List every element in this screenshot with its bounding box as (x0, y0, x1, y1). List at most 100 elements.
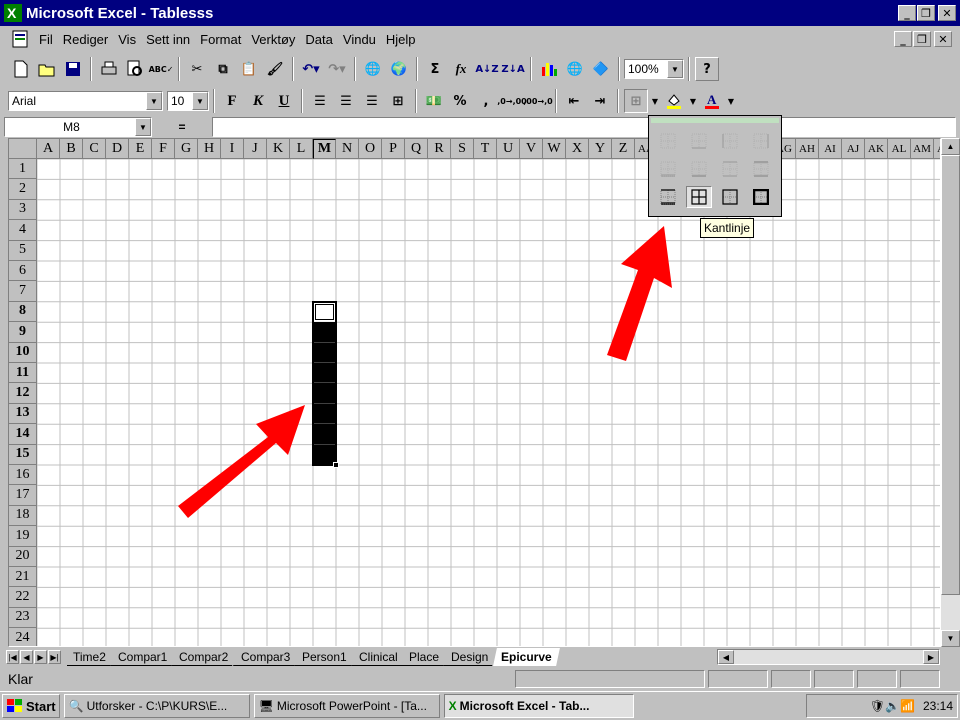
italic-button[interactable]: K (246, 89, 270, 113)
row-header-22[interactable]: 22 (9, 587, 37, 608)
palette-titlebar[interactable] (651, 118, 779, 123)
row-header-16[interactable]: 16 (9, 465, 37, 486)
column-header-s[interactable]: S (451, 139, 474, 159)
borders-button[interactable]: ⊞ (624, 89, 648, 113)
first-sheet-icon[interactable]: |◀ (6, 650, 19, 664)
scroll-right-icon[interactable]: ▶ (923, 650, 939, 664)
borders-dropdown-icon[interactable]: ▼ (650, 89, 660, 113)
row-header-23[interactable]: 23 (9, 607, 37, 629)
column-header-c[interactable]: C (83, 139, 106, 159)
row-header-1[interactable]: 1 (9, 159, 37, 180)
column-header-r[interactable]: R (428, 139, 451, 159)
column-header-a[interactable]: A (37, 139, 60, 159)
selection-outline[interactable] (312, 300, 337, 466)
align-right-icon[interactable]: ☰ (360, 89, 384, 113)
fill-color-dropdown-icon[interactable]: ▼ (688, 89, 698, 113)
row-header-21[interactable]: 21 (9, 567, 37, 588)
menu-data[interactable]: Data (300, 32, 337, 47)
save-icon[interactable] (61, 57, 85, 81)
top-thick-bottom-border-icon[interactable] (748, 158, 774, 180)
doc-minimize-button[interactable]: _ (894, 31, 912, 47)
column-header-h[interactable]: H (198, 139, 221, 159)
drawing-icon[interactable]: 🔷 (589, 57, 613, 81)
row-header-19[interactable]: 19 (9, 526, 37, 547)
column-header-l[interactable]: L (290, 139, 313, 159)
menu-edit[interactable]: Rediger (58, 32, 114, 47)
paste-icon[interactable]: 📋 (237, 57, 261, 81)
column-header-am[interactable]: AM (911, 139, 934, 159)
column-header-d[interactable]: D (106, 139, 129, 159)
menu-view[interactable]: Vis (113, 32, 141, 47)
active-cell[interactable] (315, 303, 334, 321)
menu-insert[interactable]: Sett inn (141, 32, 195, 47)
spelling-icon[interactable]: ABC✓ (149, 57, 174, 81)
row-header-12[interactable]: 12 (9, 383, 37, 404)
thick-bottom-border-icon[interactable] (686, 158, 712, 180)
column-header-g[interactable]: G (175, 139, 198, 159)
font-size-select[interactable]: 10 ▼ (167, 91, 209, 111)
function-icon[interactable]: fx (449, 57, 473, 81)
row-header-17[interactable]: 17 (9, 485, 37, 506)
doc-restore-button[interactable]: ❐ (913, 31, 931, 47)
row-header-9[interactable]: 9 (9, 322, 37, 343)
font-color-icon[interactable]: A (700, 89, 724, 113)
row-header-2[interactable]: 2 (9, 179, 37, 200)
thick-box-border-icon[interactable] (748, 186, 774, 208)
column-header-b[interactable]: B (60, 139, 83, 159)
top-double-bottom-border-icon[interactable] (655, 186, 681, 208)
comma-button[interactable]: , (474, 89, 498, 113)
underline-button[interactable]: U (272, 89, 296, 113)
column-header-q[interactable]: Q (405, 139, 428, 159)
horizontal-scrollbar[interactable]: ◀ ▶ (717, 649, 940, 665)
column-header-k[interactable]: K (267, 139, 290, 159)
task-explorer[interactable]: 🔍 Utforsker - C:\P\KURS\E... (63, 694, 250, 718)
column-header-t[interactable]: T (474, 139, 497, 159)
bottom-border-icon[interactable] (686, 130, 712, 152)
zoom-select[interactable]: 100% ▼ (624, 59, 684, 79)
redo-icon[interactable]: ↷▾ (325, 57, 349, 81)
doc-close-button[interactable]: ✕ (934, 31, 952, 47)
column-header-p[interactable]: P (382, 139, 405, 159)
web-toolbar-icon[interactable]: 🌍 (387, 57, 411, 81)
column-header-ah[interactable]: AH (796, 139, 819, 159)
column-header-x[interactable]: X (566, 139, 589, 159)
task-excel[interactable]: X Microsoft Excel - Tab... (443, 694, 634, 718)
hyperlink-icon[interactable]: 🌐 (361, 57, 385, 81)
align-center-icon[interactable]: ☰ (334, 89, 358, 113)
cut-icon[interactable]: ✂ (185, 57, 209, 81)
column-header-w[interactable]: W (543, 139, 566, 159)
menu-help[interactable]: Hjelp (381, 32, 421, 47)
task-powerpoint[interactable]: 🖥 Microsoft PowerPoint - [Ta... (253, 694, 440, 718)
sheet-tab-compar3[interactable]: Compar3 (232, 648, 298, 666)
sheet-tab-person1[interactable]: Person1 (294, 648, 355, 666)
bold-button[interactable]: F (220, 89, 244, 113)
menu-file[interactable]: Fil (34, 32, 58, 47)
row-header-20[interactable]: 20 (9, 546, 37, 567)
open-icon[interactable] (35, 57, 59, 81)
column-header-j[interactable]: J (244, 139, 267, 159)
double-bottom-border-icon[interactable] (655, 158, 681, 180)
column-header-al[interactable]: AL (888, 139, 911, 159)
outside-borders-icon[interactable] (717, 186, 743, 208)
column-header-u[interactable]: U (497, 139, 520, 159)
row-header-18[interactable]: 18 (9, 505, 37, 527)
office-assistant-icon[interactable]: ? (695, 57, 719, 81)
start-button[interactable]: Start (2, 694, 60, 718)
column-header-i[interactable]: I (221, 139, 244, 159)
formula-input[interactable] (212, 117, 956, 137)
vertical-scrollbar[interactable]: ▲ ▼ (941, 138, 960, 647)
spreadsheet-grid[interactable]: ABCDEFGHIJKLMNOPQRSTUVWXYZAAABACADAEAFAG… (8, 138, 941, 647)
fill-color-icon[interactable] (662, 89, 686, 113)
row-header-7[interactable]: 7 (9, 281, 37, 302)
row-header-10[interactable]: 10 (9, 342, 37, 363)
column-header-f[interactable]: F (152, 139, 175, 159)
column-header-n[interactable]: N (336, 139, 359, 159)
sheet-tab-clinical[interactable]: Clinical (350, 648, 406, 666)
menu-window[interactable]: Vindu (338, 32, 381, 47)
sheet-tab-epicurve[interactable]: Epicurve (492, 648, 560, 666)
tray-icons[interactable]: 🛡🔈📶 (870, 699, 915, 713)
scroll-left-icon[interactable]: ◀ (718, 650, 734, 664)
column-header-aj[interactable]: AJ (842, 139, 865, 159)
row-header-14[interactable]: 14 (9, 424, 37, 445)
sheet-tab-compar1[interactable]: Compar1 (109, 648, 176, 666)
